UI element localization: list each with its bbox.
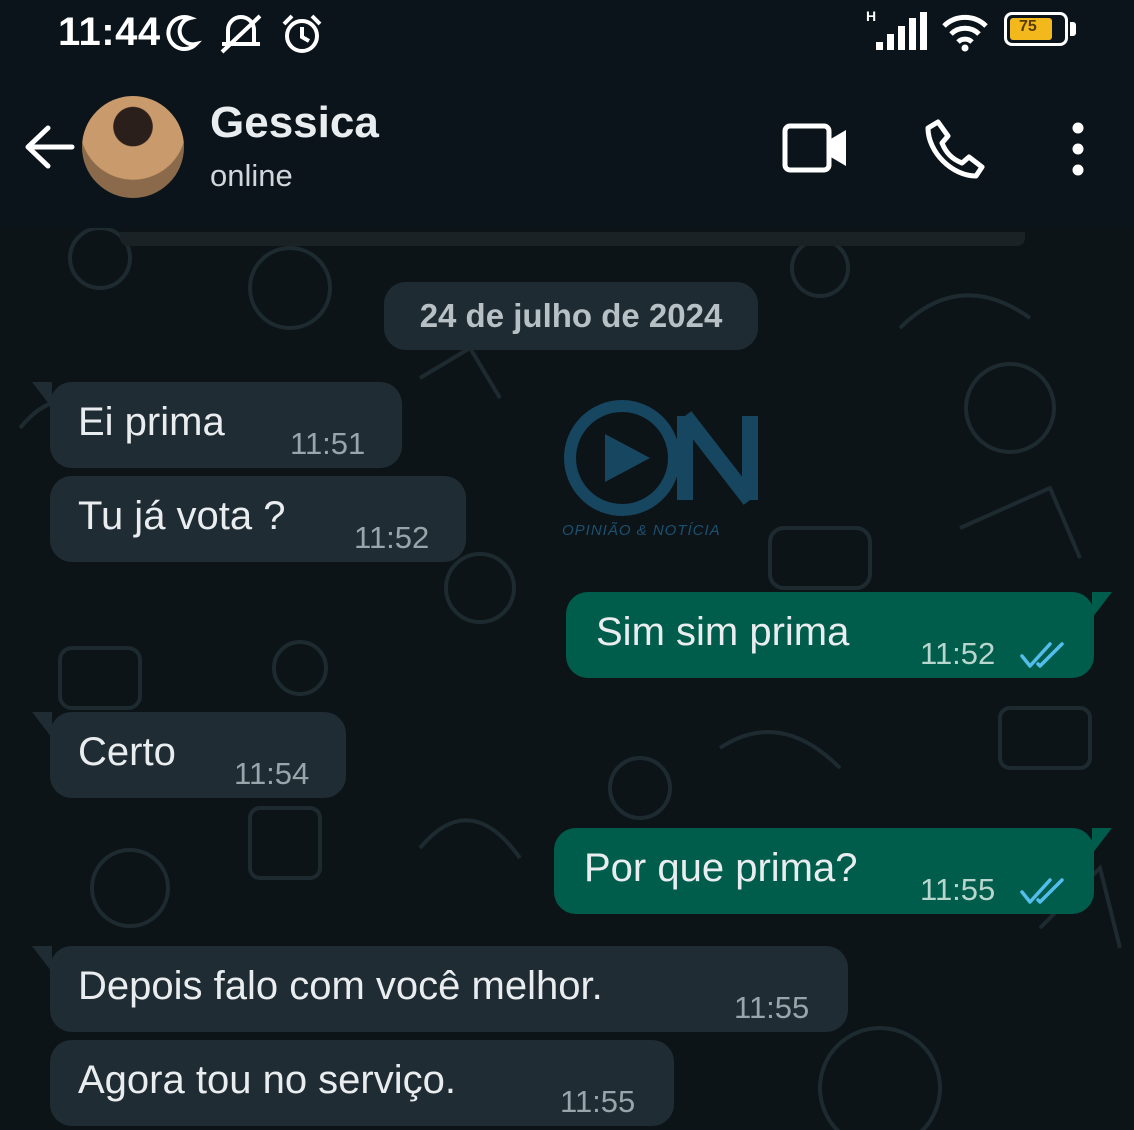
status-time: 11:44 [58, 10, 161, 54]
moon-icon [166, 15, 202, 51]
date-separator: 24 de julho de 2024 [384, 282, 758, 350]
message-bubble-incoming[interactable]: Certo 11:54 [32, 712, 346, 798]
message-text: Depois falo com você melhor. [78, 964, 603, 1008]
watermark-text: OPINIÃO & NOTÍCIA [562, 522, 721, 539]
message-time: 11:55 [920, 872, 996, 907]
message-text: Tu já vota ? [78, 494, 286, 538]
avatar[interactable] [82, 96, 184, 198]
battery-level: 75 [1019, 18, 1037, 35]
contact-status: online [210, 158, 293, 193]
message-time: 11:55 [734, 990, 810, 1025]
message-text: Sim sim prima [596, 610, 850, 654]
message-time: 11:51 [290, 426, 366, 461]
message-text: Por que prima? [584, 846, 858, 890]
alarm-icon [282, 14, 322, 53]
video-call-icon[interactable] [782, 122, 850, 174]
message-text: Certo [78, 730, 176, 774]
message-time: 11:52 [920, 636, 996, 671]
bubble-tail [1092, 592, 1112, 618]
bubble-tail [32, 382, 52, 408]
battery-tip [1070, 22, 1076, 36]
message-bubble-outgoing[interactable]: Sim sim prima 11:52 [566, 592, 1112, 678]
message-time: 11:52 [354, 520, 430, 555]
signal-icon [876, 12, 927, 50]
bubble-tail [32, 946, 52, 972]
top-divider [120, 232, 1025, 246]
chat-header: Gessica online [0, 70, 1134, 228]
bubble-tail [32, 712, 52, 738]
read-receipt-icon [1020, 878, 1064, 904]
message-time: 11:54 [234, 756, 310, 791]
contact-name[interactable]: Gessica [210, 98, 379, 148]
back-arrow-icon[interactable] [22, 120, 76, 174]
wifi-icon [942, 14, 988, 52]
message-bubble-incoming[interactable]: Depois falo com você melhor. 11:55 [32, 946, 848, 1032]
notifications-off-icon [220, 14, 262, 54]
voice-call-icon[interactable] [924, 118, 986, 180]
message-text: Ei prima [78, 400, 225, 444]
message-bubble-outgoing[interactable]: Por que prima? 11:55 [554, 828, 1112, 914]
message-bubble-incoming[interactable]: Agora tou no serviço. 11:55 [50, 1040, 674, 1126]
message-list[interactable]: OPINIÃO & NOTÍCIA 24 de julho de 2024 Ei… [0, 228, 1134, 1130]
message-time: 11:55 [560, 1084, 636, 1119]
message-bubble-incoming[interactable]: Ei prima 11:51 [32, 382, 402, 468]
bubble-tail [1092, 828, 1112, 854]
status-bar: 11:44 H 75 [0, 0, 1134, 70]
message-text: Agora tou no serviço. [78, 1058, 456, 1102]
message-bubble-incoming[interactable]: Tu já vota ? 11:52 [50, 476, 466, 562]
read-receipt-icon [1020, 642, 1064, 668]
more-options-icon[interactable] [1064, 120, 1092, 178]
battery-icon: 75 [1004, 12, 1068, 46]
